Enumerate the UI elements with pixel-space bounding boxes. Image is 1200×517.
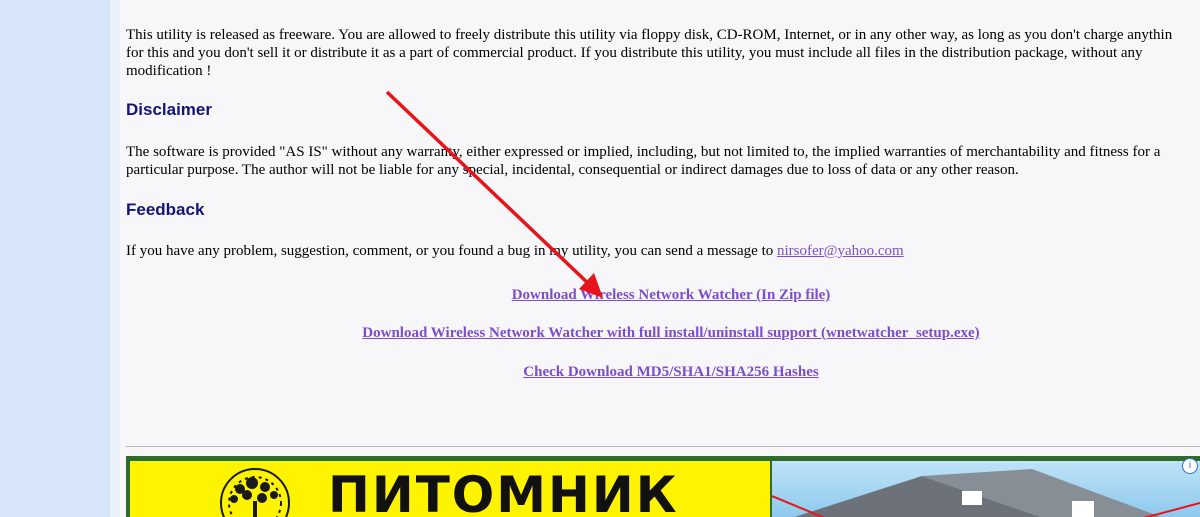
check-hashes-link[interactable]: Check Download MD5/SHA1/SHA256 Hashes bbox=[523, 364, 818, 380]
disclaimer-heading: Disclaimer bbox=[126, 100, 212, 119]
license-text-line-1: This utility is released as freeware. Yo… bbox=[126, 27, 1173, 43]
hashes-row: Check Download MD5/SHA1/SHA256 Hashes bbox=[126, 364, 1200, 381]
disclaimer-text-line-1: The software is provided "AS IS" without… bbox=[126, 144, 1161, 160]
license-text-line-3: modification ! bbox=[126, 63, 212, 79]
email-link[interactable]: nirsofer@yahoo.com bbox=[777, 243, 904, 259]
ad-banner[interactable]: ПИТОМНИК i bbox=[126, 456, 1200, 517]
feedback-message: If you have any problem, suggestion, com… bbox=[126, 243, 777, 259]
sidebar-border bbox=[110, 0, 120, 517]
feedback-text: If you have any problem, suggestion, com… bbox=[126, 242, 904, 260]
download-setup-link[interactable]: Download Wireless Network Watcher with f… bbox=[362, 325, 979, 341]
feedback-heading: Feedback bbox=[126, 200, 205, 219]
ad-title: ПИТОМНИК bbox=[328, 466, 679, 517]
house-roof-icon bbox=[772, 469, 1200, 517]
tree-logo-icon bbox=[220, 468, 290, 517]
ad-info-icon[interactable]: i bbox=[1182, 458, 1198, 474]
license-text-line-2: for this and you don't sell it or distri… bbox=[126, 45, 1143, 61]
ad-yellow-panel: ПИТОМНИК bbox=[130, 461, 770, 517]
ad-photo bbox=[772, 461, 1200, 517]
left-sidebar bbox=[0, 0, 110, 517]
disclaimer-text-line-2: particular purpose. The author will not … bbox=[126, 162, 1019, 178]
horizontal-divider bbox=[126, 446, 1200, 447]
download-setup-row: Download Wireless Network Watcher with f… bbox=[126, 325, 1200, 342]
download-zip-link[interactable]: Download Wireless Network Watcher (In Zi… bbox=[512, 287, 831, 303]
download-zip-row: Download Wireless Network Watcher (In Zi… bbox=[126, 287, 1200, 304]
